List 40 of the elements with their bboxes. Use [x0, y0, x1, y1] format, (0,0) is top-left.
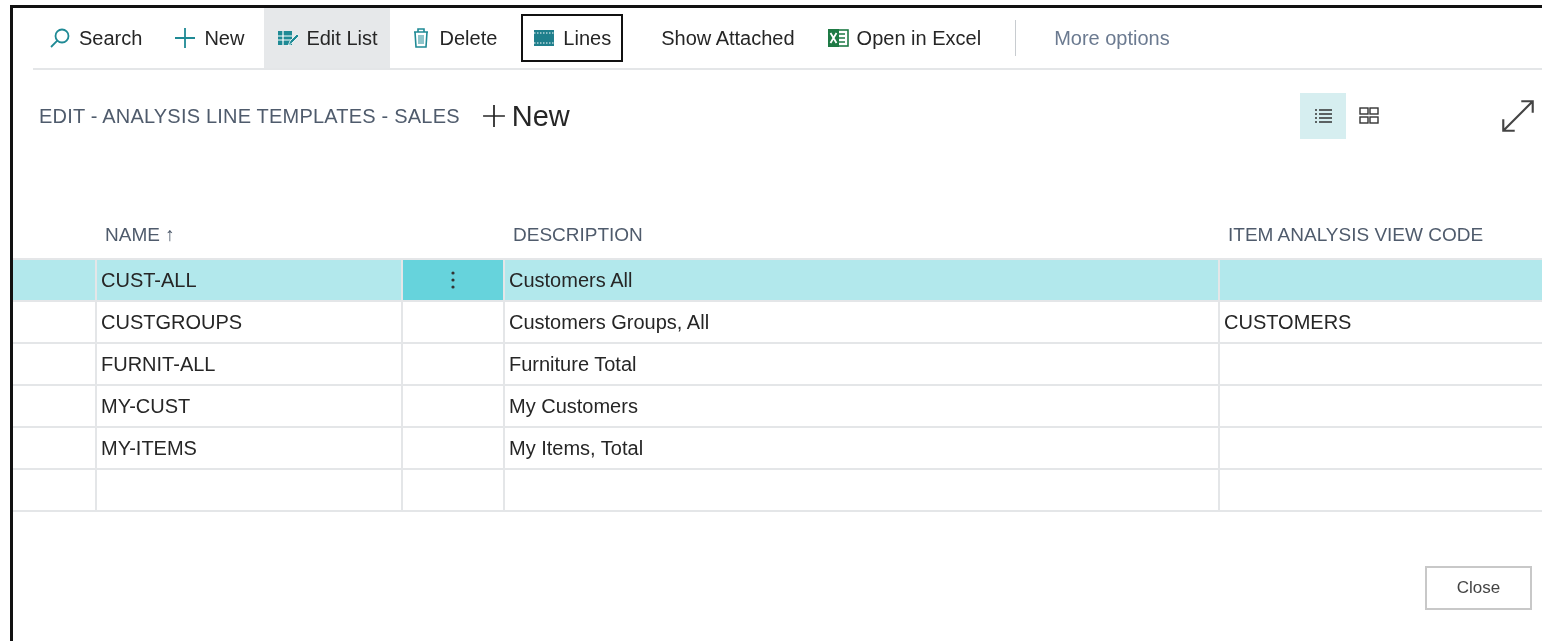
row-selector[interactable]: [13, 258, 95, 300]
column-header[interactable]: NAME ↑: [95, 212, 401, 258]
toolbar-button[interactable]: Edit List: [264, 8, 390, 68]
table-cell: Customers Groups, All: [503, 300, 1218, 342]
table-cell: CUSTGROUPS: [95, 300, 401, 342]
tile-view-icon: [1358, 105, 1380, 127]
toolbar-button[interactable]: New: [162, 8, 257, 68]
more-options-button[interactable]: More options: [1042, 8, 1182, 68]
table-cell: MY-ITEMS: [95, 426, 401, 468]
column-header[interactable]: DESCRIPTION: [503, 212, 1218, 258]
film-strip-icon: [533, 27, 556, 49]
table-cell[interactable]: [95, 468, 401, 510]
excel-icon: [826, 27, 849, 49]
table-cell: CUSTOMERS: [1218, 300, 1542, 342]
table-cell[interactable]: [503, 468, 1218, 510]
toolbar-button[interactable]: Delete: [397, 8, 510, 68]
toolbar-button[interactable]: Open in Excel: [814, 8, 994, 68]
search-icon: [49, 27, 71, 49]
table-cell: Customers All: [503, 258, 1218, 300]
expand-icon: [1500, 98, 1536, 134]
table-cell[interactable]: [401, 468, 503, 510]
toolbar-button[interactable]: Show Attached: [649, 8, 807, 68]
more-icon: [451, 270, 455, 290]
toolbar-button[interactable]: Lines: [521, 14, 624, 62]
table-cell: CUST-ALL: [95, 258, 401, 300]
table-cell: My Customers: [503, 384, 1218, 426]
table-cell: My Items, Total: [503, 426, 1218, 468]
page-title: EDIT - ANALYSIS LINE TEMPLATES - SALES: [39, 104, 460, 128]
close-button[interactable]: Close: [1425, 566, 1532, 610]
table-cell[interactable]: [1218, 468, 1542, 510]
table-cell: FURNIT-ALL: [95, 342, 401, 384]
view-toggle-button[interactable]: [1300, 93, 1346, 139]
new-button[interactable]: New: [481, 99, 570, 133]
plus-icon: [481, 104, 506, 128]
table-cell: MY-CUST: [95, 384, 401, 426]
toolbar-button[interactable]: Search: [37, 8, 155, 68]
table-cell: Furniture Total: [503, 342, 1218, 384]
column-header[interactable]: ITEM ANALYSIS VIEW CODE: [1218, 212, 1542, 258]
plus-icon: [174, 27, 197, 49]
row-menu-button[interactable]: [401, 258, 503, 300]
